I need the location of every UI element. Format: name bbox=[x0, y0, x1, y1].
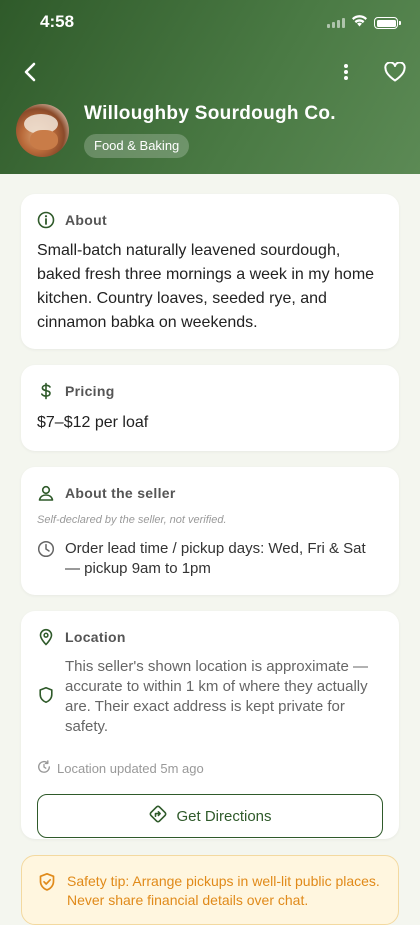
chevron-left-icon bbox=[23, 62, 37, 87]
favorite-button[interactable] bbox=[381, 60, 409, 88]
refresh-clock-icon bbox=[37, 760, 51, 777]
about-seller-card: About the seller Self-declared by the se… bbox=[21, 467, 399, 595]
location-updated-row: Location updated 5m ago bbox=[37, 760, 204, 777]
map-pin-icon bbox=[37, 628, 55, 646]
category-chip: Food & Baking bbox=[84, 134, 190, 158]
lead-time-row: Order lead time / pickup days: Wed, Fri … bbox=[37, 539, 383, 579]
about-seller-title: About the seller bbox=[65, 485, 176, 501]
pricing-title: Pricing bbox=[65, 383, 115, 399]
seller-avatar bbox=[16, 104, 69, 157]
verification-note: Self-declared by the seller, not verifie… bbox=[37, 514, 227, 526]
back-button[interactable] bbox=[16, 60, 44, 88]
location-title-row: Location bbox=[37, 628, 126, 646]
about-text: Small-batch naturally leavened sourdough… bbox=[37, 242, 375, 331]
status-time: 4:58 bbox=[40, 12, 75, 31]
location-title: Location bbox=[65, 629, 126, 645]
about-card: About Small-batch naturally leavened sou… bbox=[21, 194, 399, 349]
safety-tip-text: Safety tip: Arrange pickups in well-lit … bbox=[67, 873, 380, 908]
more-vertical-icon bbox=[343, 62, 349, 87]
safety-tip-banner: Safety tip: Arrange pickups in well-lit … bbox=[21, 855, 399, 925]
about-title: About bbox=[65, 212, 107, 228]
clock-icon bbox=[37, 540, 55, 563]
shield-check-icon bbox=[38, 872, 56, 897]
shield-icon bbox=[37, 686, 55, 709]
dollar-icon bbox=[37, 382, 55, 400]
seller-name: Willoughby Sourdough Co. bbox=[84, 103, 336, 124]
location-privacy-row: This seller's shown location is approxim… bbox=[37, 657, 383, 737]
about-seller-title-row: About the seller bbox=[37, 484, 176, 502]
heart-icon bbox=[384, 60, 406, 87]
location-updated-text: Location updated 5m ago bbox=[57, 761, 204, 776]
location-privacy-text: This seller's shown location is approxim… bbox=[65, 658, 368, 735]
pricing-title-row: Pricing bbox=[37, 382, 115, 400]
get-directions-label: Get Directions bbox=[176, 807, 272, 825]
status-icons bbox=[327, 14, 401, 32]
about-title-row: About bbox=[37, 211, 107, 229]
pricing-card: Pricing $7–$12 per loaf bbox=[21, 365, 399, 451]
wifi-icon bbox=[351, 14, 368, 32]
info-icon bbox=[37, 211, 55, 229]
location-card: Location This seller's shown location is… bbox=[21, 611, 399, 839]
person-icon bbox=[37, 484, 55, 502]
cellular-signal-icon bbox=[327, 18, 345, 28]
lead-time-text: Order lead time / pickup days: Wed, Fri … bbox=[65, 540, 366, 577]
pricing-text: $7–$12 per loaf bbox=[37, 414, 149, 431]
profile-header: 4:58 Willoughby Sourdough Co. Food & Bak… bbox=[0, 0, 420, 174]
battery-icon bbox=[374, 17, 401, 29]
directions-icon bbox=[148, 804, 168, 828]
more-options-button[interactable] bbox=[334, 60, 358, 88]
get-directions-button[interactable]: Get Directions bbox=[37, 794, 383, 838]
